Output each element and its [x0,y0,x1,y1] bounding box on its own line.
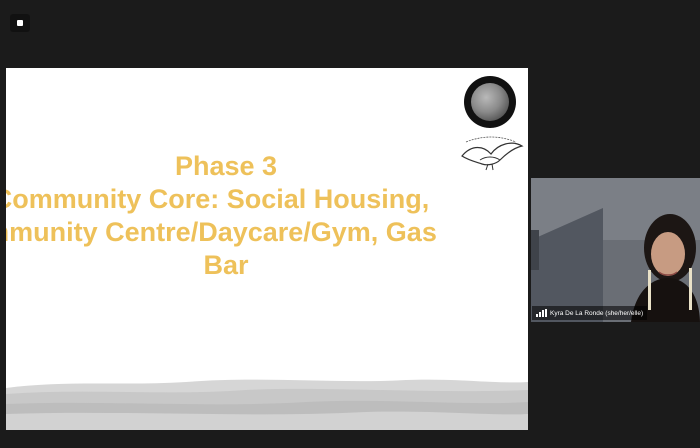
slide-title-line: Phase 3 [174,151,278,181]
shared-screen-slide: Phase 3 Community Core: Social Housing, … [6,68,528,430]
slide-title-line: Bar [203,250,249,280]
participant-name-label: Kyra De La Ronde (she/her/elle) [532,306,648,320]
slide-title-line: Community Core: Social Housing, [6,184,430,214]
moon-icon [471,83,509,121]
participant-video-feed [531,178,700,322]
brush-stroke-decoration [6,379,528,430]
participant-name: Kyra De La Ronde (she/her/elle) [550,309,644,317]
moon-logo [464,76,516,128]
view-options-icon [17,20,23,26]
signal-bars-icon [536,309,547,317]
slide-title: Phase 3 Community Core: Social Housing, … [6,150,446,282]
participant-video-tile[interactable] [531,178,700,322]
slide-title-line: mmunity Centre/Daycare/Gym, Gas [6,217,437,247]
meeting-stage: Phase 3 Community Core: Social Housing, … [0,0,700,448]
view-options-button[interactable] [10,14,30,32]
eagle-logo-icon [461,136,524,171]
